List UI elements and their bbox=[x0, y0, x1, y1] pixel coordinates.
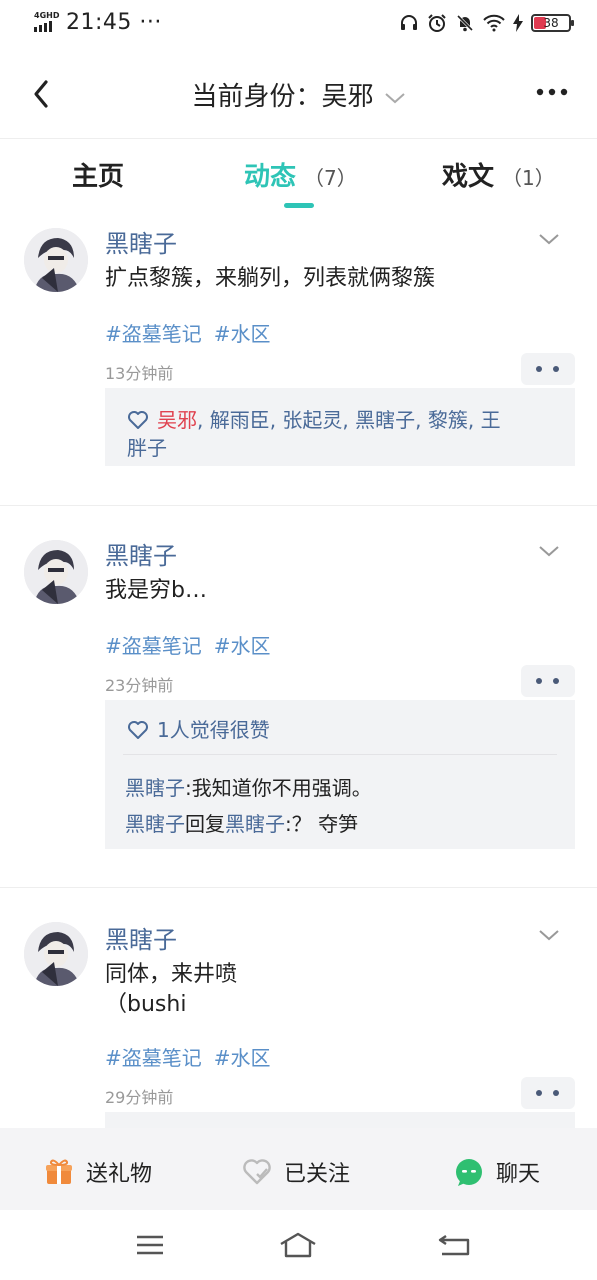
reply-to-user[interactable]: 黑瞎子 bbox=[225, 812, 285, 836]
comment-text: :我知道你不用强调。 bbox=[185, 776, 372, 800]
post-more-button[interactable] bbox=[521, 665, 575, 697]
post-text: 扩点黎簇，来躺列，列表就俩黎簇 bbox=[105, 266, 436, 291]
comment-item[interactable]: 黑瞎子回复黑瞎子:？ 夺笋 bbox=[125, 808, 358, 837]
tag-link[interactable]: #水区 bbox=[214, 322, 271, 346]
post-more-button[interactable] bbox=[521, 353, 575, 385]
active-tab-indicator bbox=[284, 203, 314, 208]
headphones-icon bbox=[401, 15, 417, 30]
post-author[interactable]: 黑瞎子 bbox=[105, 536, 177, 571]
chevron-down-icon[interactable] bbox=[537, 927, 561, 943]
post-divider bbox=[0, 505, 597, 506]
top-header: 当前身份：吴邪 bbox=[0, 56, 597, 132]
avatar[interactable] bbox=[24, 228, 88, 292]
post-text: 我是穷b… bbox=[105, 578, 207, 603]
chevron-down-icon bbox=[384, 92, 405, 103]
interaction-box bbox=[105, 1112, 575, 1128]
alarm-icon bbox=[428, 14, 446, 32]
network-indicator: 4GHD bbox=[34, 11, 60, 20]
tag-link[interactable]: #盗墓笔记 bbox=[105, 1046, 202, 1070]
post-time: 13分钟前 bbox=[105, 364, 174, 383]
likes-box: 吴邪, 解雨臣, 张起灵, 黑瞎子, 黎簇, 王胖子 bbox=[105, 388, 575, 466]
status-bar: 4GHD 21:45 ··· 38 bbox=[0, 0, 597, 44]
likes-summary[interactable]: 1人觉得很赞 bbox=[127, 716, 557, 744]
chat-bubble-icon bbox=[456, 1159, 482, 1186]
post-author[interactable]: 黑瞎子 bbox=[105, 920, 177, 955]
avatar[interactable] bbox=[24, 540, 88, 604]
heart-check-icon bbox=[243, 1159, 271, 1185]
tab-label: 戏文 bbox=[442, 162, 495, 192]
post-text: 同体，来井喷 （bushi bbox=[105, 960, 237, 1020]
post-text-line: 同体，来井喷 bbox=[105, 962, 238, 987]
chat-button[interactable]: 聊天 bbox=[454, 1156, 540, 1188]
profile-action-bar: 送礼物 已关注 聊天 bbox=[0, 1128, 597, 1210]
liker-names[interactable]: 胖子 bbox=[127, 436, 167, 460]
gift-icon bbox=[46, 1159, 72, 1184]
likes-list: 吴邪, 解雨臣, 张起灵, 黑瞎子, 黎簇, 王胖子 bbox=[127, 406, 557, 462]
post-time: 29分钟前 bbox=[105, 1088, 174, 1107]
chevron-down-icon[interactable] bbox=[537, 543, 561, 559]
post-tags: #盗墓笔记 #水区 bbox=[105, 630, 283, 659]
followed-button[interactable]: 已关注 bbox=[242, 1156, 350, 1188]
comment-item[interactable]: 黑瞎子:我知道你不用强调。 bbox=[125, 772, 372, 801]
home-icon[interactable] bbox=[278, 1230, 318, 1260]
wifi-icon bbox=[483, 14, 505, 32]
system-nav-bar bbox=[0, 1210, 597, 1280]
heart-icon[interactable] bbox=[127, 410, 149, 430]
signal-icon bbox=[34, 20, 56, 32]
tag-link[interactable]: #水区 bbox=[214, 1046, 271, 1070]
back-icon[interactable] bbox=[434, 1230, 474, 1260]
battery-level: 38 bbox=[543, 16, 559, 30]
battery-icon: 38 bbox=[531, 14, 574, 32]
interaction-box: 1人觉得很赞 黑瞎子:我知道你不用强调。 黑瞎子回复黑瞎子:？ 夺笋 bbox=[105, 700, 575, 849]
chevron-down-icon[interactable] bbox=[537, 231, 561, 247]
post-tags: #盗墓笔记 #水区 bbox=[105, 318, 283, 347]
tab-label: 动态 bbox=[244, 162, 297, 192]
comments-divider bbox=[123, 754, 557, 755]
send-gift-button[interactable]: 送礼物 bbox=[44, 1156, 152, 1188]
liker-name[interactable]: 吴邪 bbox=[157, 408, 197, 432]
heart-icon[interactable] bbox=[127, 720, 149, 740]
page-title: 当前身份：吴邪 bbox=[191, 82, 374, 112]
comment-text: :？ 夺笋 bbox=[285, 812, 359, 836]
avatar[interactable] bbox=[24, 922, 88, 986]
post-time: 23分钟前 bbox=[105, 676, 174, 695]
header-divider bbox=[0, 138, 597, 139]
likes-count-text: 1人觉得很赞 bbox=[157, 718, 270, 742]
liker-names[interactable]: , 解雨臣, 张起灵, 黑瞎子, 黎簇, 王 bbox=[197, 408, 501, 432]
tab-count: （1） bbox=[502, 166, 555, 190]
post-tags: #盗墓笔记 #水区 bbox=[105, 1042, 283, 1071]
identity-switcher[interactable]: 当前身份：吴邪 bbox=[0, 76, 597, 113]
status-time: 21:45 ··· bbox=[66, 10, 162, 35]
post-author[interactable]: 黑瞎子 bbox=[105, 224, 177, 259]
tag-link[interactable]: #水区 bbox=[214, 634, 271, 658]
menu-icon[interactable] bbox=[130, 1230, 170, 1260]
post-text-line: （bushi bbox=[105, 992, 187, 1017]
tab-label: 主页 bbox=[72, 162, 125, 192]
post-more-button[interactable] bbox=[521, 1077, 575, 1109]
comment-user[interactable]: 黑瞎子 bbox=[125, 812, 185, 836]
comment-user[interactable]: 黑瞎子 bbox=[125, 776, 185, 800]
followed-label: 已关注 bbox=[284, 1162, 351, 1187]
tab-drama[interactable]: 戏文 （1） bbox=[442, 156, 555, 193]
tag-link[interactable]: #盗墓笔记 bbox=[105, 634, 202, 658]
post-divider bbox=[0, 887, 597, 888]
reply-connector: 回复 bbox=[185, 812, 225, 836]
more-dots-icon[interactable] bbox=[535, 82, 569, 102]
send-gift-label: 送礼物 bbox=[86, 1162, 153, 1187]
tab-moments[interactable]: 动态 （7） bbox=[244, 156, 357, 193]
charging-icon bbox=[513, 14, 523, 32]
mute-bell-icon bbox=[456, 14, 474, 32]
tab-count: （7） bbox=[304, 166, 357, 190]
tab-home[interactable]: 主页 bbox=[72, 156, 124, 193]
chat-label: 聊天 bbox=[496, 1162, 541, 1187]
tag-link[interactable]: #盗墓笔记 bbox=[105, 322, 202, 346]
